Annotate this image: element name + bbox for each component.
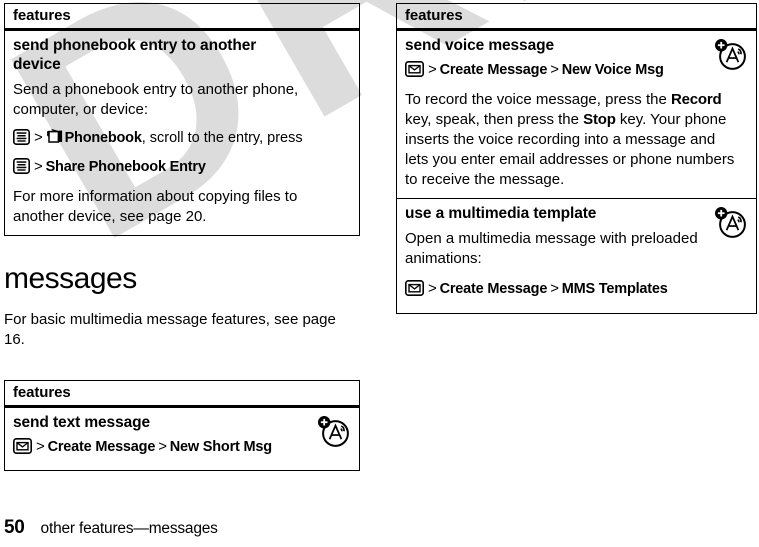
path-item-share-phonebook-entry: Share Phonebook Entry bbox=[45, 159, 206, 175]
table-row: use a multimedia template Open a multime… bbox=[397, 199, 756, 313]
page-number: 50 bbox=[4, 517, 25, 538]
features-table-messages: features send text message > Create Mess… bbox=[4, 380, 360, 471]
path-separator: > bbox=[428, 61, 437, 78]
breadcrumb: other features—messages bbox=[40, 520, 218, 537]
menu-path-new-short-msg: > Create Message > New Short Msg bbox=[13, 436, 351, 461]
body-text-2: key, speak, then press the bbox=[405, 111, 584, 128]
table-header-features: features bbox=[5, 4, 359, 31]
section-heading-messages: messages bbox=[4, 262, 137, 295]
feature-paragraph: To record the voice message, press the R… bbox=[405, 90, 748, 190]
path-separator: > bbox=[550, 61, 559, 78]
key-label-stop: Stop bbox=[583, 111, 616, 128]
path-item-mms-templates: MMS Templates bbox=[561, 281, 668, 297]
feature-title: send voice message bbox=[405, 37, 554, 54]
path-separator: > bbox=[34, 129, 43, 146]
message-badge-icon bbox=[713, 205, 747, 239]
feature-paragraph-2: For more information about copying files… bbox=[13, 188, 298, 225]
menu-key-icon bbox=[13, 129, 30, 152]
table-header-features: features bbox=[397, 4, 756, 31]
path-separator: > bbox=[34, 158, 43, 175]
feature-title: send phonebook entry to another device bbox=[13, 37, 257, 73]
path-item-create-message: Create Message bbox=[439, 62, 548, 78]
path-item-new-short-msg: New Short Msg bbox=[169, 439, 272, 455]
phonebook-icon bbox=[46, 128, 64, 152]
message-badge-icon bbox=[713, 37, 747, 71]
message-badge-icon bbox=[316, 414, 350, 448]
page-footer: 50 other features—messages bbox=[4, 517, 218, 539]
path-separator: > bbox=[158, 438, 167, 455]
section-intro-paragraph: For basic multimedia message features, s… bbox=[4, 311, 336, 348]
table-header-features: features bbox=[5, 381, 359, 408]
feature-paragraph: Open a multimedia message with preloaded… bbox=[405, 230, 698, 267]
body-text-1: To record the voice message, press the bbox=[405, 91, 671, 108]
path-separator: > bbox=[36, 438, 45, 455]
feature-paragraph: Send a phonebook entry to another phone,… bbox=[13, 81, 299, 118]
path-item-phonebook: Phonebook bbox=[64, 130, 142, 146]
menu-path-new-voice-msg: > Create Message > New Voice Msg bbox=[405, 59, 748, 84]
table-row: send voice message > Create Message > Ne… bbox=[397, 31, 756, 199]
right-column: features send voice message > Create Mes… bbox=[396, 3, 757, 314]
envelope-key-icon bbox=[405, 61, 424, 84]
features-table-voice-and-template: features send voice message > Create Mes… bbox=[396, 3, 757, 314]
left-column: features send phonebook entry to another… bbox=[4, 3, 360, 471]
features-table-phonebook: features send phonebook entry to another… bbox=[4, 3, 360, 236]
path-separator: > bbox=[550, 280, 559, 297]
table-row: send phonebook entry to another device S… bbox=[5, 31, 359, 235]
path-item-new-voice-msg: New Voice Msg bbox=[561, 62, 664, 78]
menu-path-mms-templates: > Create Message > MMS Templates bbox=[405, 278, 748, 303]
menu-key-icon bbox=[13, 158, 30, 181]
feature-title: use a multimedia template bbox=[405, 205, 597, 222]
envelope-key-icon bbox=[13, 438, 32, 461]
table-row: send text message > Create Message > New… bbox=[5, 408, 359, 470]
path-item-create-message: Create Message bbox=[439, 281, 548, 297]
envelope-key-icon bbox=[405, 280, 424, 303]
feature-title: send text message bbox=[13, 414, 151, 431]
path-item-create-message: Create Message bbox=[47, 439, 156, 455]
key-label-record: Record bbox=[670, 91, 722, 108]
menu-path-share-entry: > Share Phonebook Entry bbox=[13, 156, 351, 181]
path-separator: > bbox=[428, 280, 437, 297]
menu-path-phonebook: > Phonebook, scroll to the entry, press bbox=[13, 127, 351, 152]
path-trailing-text: , scroll to the entry, press bbox=[141, 130, 303, 146]
